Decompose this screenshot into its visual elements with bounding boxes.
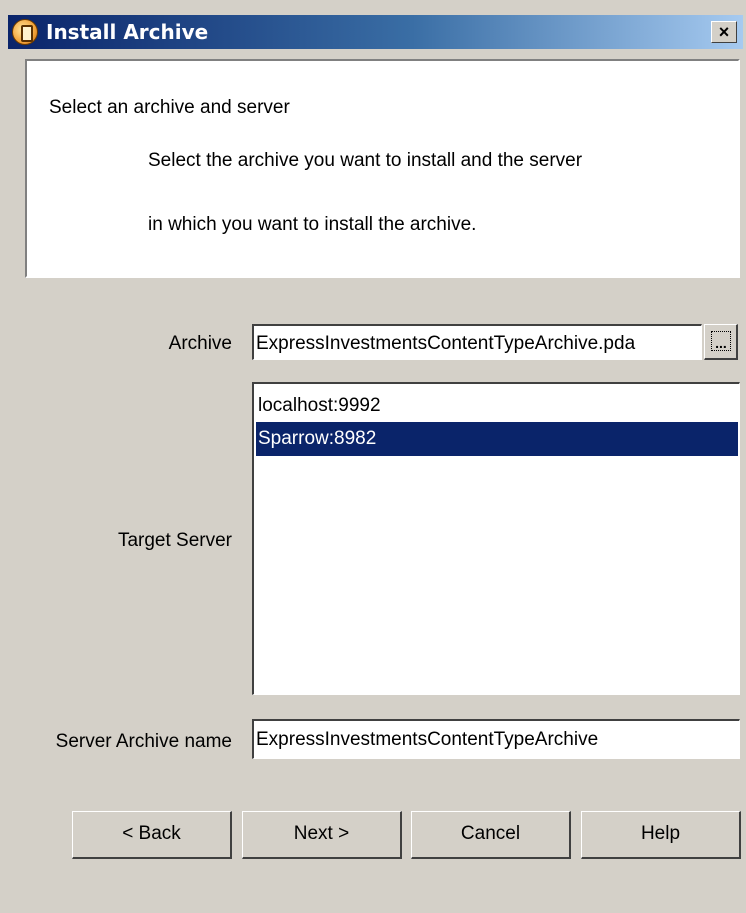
header-description-line1: Select the archive you want to install a… [148, 150, 583, 171]
browse-button[interactable]: ... [704, 324, 738, 360]
next-button[interactable]: Next > [242, 811, 402, 859]
install-archive-dialog: Install Archive × Select an archive and … [0, 0, 746, 913]
close-button[interactable]: × [711, 21, 737, 43]
target-server-list[interactable]: localhost:9992 Sparrow:8982 [252, 382, 740, 695]
server-list-item-localhost[interactable]: localhost:9992 [256, 389, 738, 423]
server-archive-name-label: Server Archive name [55, 731, 232, 752]
cancel-button[interactable]: Cancel [411, 811, 571, 859]
server-archive-name-input[interactable]: ExpressInvestmentsContentTypeArchive [252, 719, 740, 759]
close-icon: × [718, 22, 730, 42]
window-title: Install Archive [46, 20, 209, 44]
title-bar[interactable]: Install Archive × [8, 15, 743, 49]
header-description-line2: in which you want to install the archive… [148, 214, 477, 235]
server-list-item-sparrow[interactable]: Sparrow:8982 [256, 422, 738, 456]
archive-install-icon [12, 19, 38, 45]
back-button[interactable]: < Back [72, 811, 232, 859]
help-button[interactable]: Help [581, 811, 741, 859]
ellipsis-icon: ... [711, 331, 731, 351]
header-title: Select an archive and server [49, 97, 290, 118]
archive-input[interactable]: ExpressInvestmentsContentTypeArchive.pda [252, 324, 702, 360]
target-server-label: Target Server [117, 530, 232, 551]
header-panel: Select an archive and server Select the … [25, 59, 740, 278]
archive-label: Archive [168, 333, 232, 354]
